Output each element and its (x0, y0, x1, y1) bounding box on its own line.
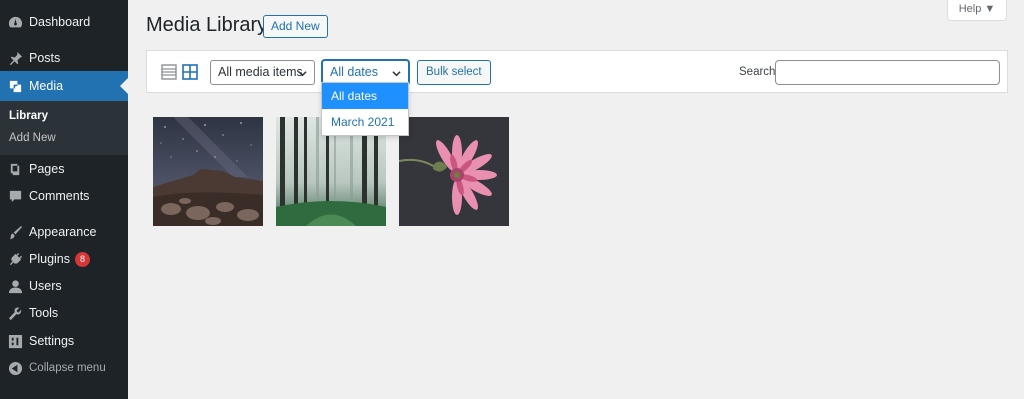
help-tab-button[interactable]: Help ▼ (947, 0, 1007, 21)
admin-sidebar: Dashboard Posts Media Library Add New Pa… (0, 0, 128, 399)
sidebar-item-label: Appearance (29, 225, 97, 239)
media-submenu: Library Add New (0, 101, 128, 155)
sidebar-item-label: Dashboard (29, 15, 91, 29)
sidebar-item-label: Pages (29, 162, 65, 176)
sidebar-item-label: Collapse menu (29, 362, 106, 374)
brush-icon (7, 224, 23, 240)
plugin-icon (7, 251, 23, 267)
search-input[interactable] (775, 60, 1000, 85)
date-filter-value: All dates (330, 65, 378, 79)
night-sky-landscape-thumbnail (153, 117, 263, 226)
media-toolbar: All media items All dates Bulk select Se… (146, 50, 1008, 93)
sidebar-item-tools[interactable]: Tools (0, 298, 128, 328)
add-new-button[interactable]: Add New (263, 15, 328, 38)
page-title: Media Library (146, 14, 268, 36)
wrench-icon (7, 305, 23, 321)
collapse-arrow-icon (7, 360, 23, 376)
sidebar-item-posts[interactable]: Posts (0, 43, 128, 73)
chevron-down-icon (298, 71, 307, 77)
collapse-menu-button[interactable]: Collapse menu (0, 353, 128, 383)
chevron-down-icon (392, 71, 401, 77)
sidebar-item-media[interactable]: Media (0, 71, 128, 101)
sidebar-item-settings[interactable]: Settings (0, 326, 128, 356)
sidebar-item-label: Tools (29, 306, 59, 320)
media-type-filter-value: All media items (218, 65, 303, 79)
list-view-icon[interactable] (161, 64, 177, 80)
sidebar-item-label: Plugins (29, 252, 70, 266)
media-icon (7, 78, 23, 94)
sidebar-item-label: Posts (29, 51, 61, 65)
sidebar-item-users[interactable]: Users (0, 271, 128, 301)
sidebar-item-label: Users (29, 279, 62, 293)
submenu-item-library[interactable]: Library (9, 110, 48, 122)
date-option-all-dates[interactable]: All dates (322, 83, 408, 109)
dashboard-icon (7, 14, 23, 30)
submenu-item-add-new[interactable]: Add New (9, 132, 56, 144)
sidebar-item-dashboard[interactable]: Dashboard (0, 7, 128, 37)
grid-view-icon[interactable] (182, 64, 198, 80)
sidebar-item-label: Comments (29, 189, 90, 203)
search-label: Search (739, 66, 776, 78)
sidebar-item-appearance[interactable]: Appearance (0, 217, 128, 247)
media-item-pink-flower[interactable] (399, 117, 509, 226)
media-type-filter[interactable]: All media items (210, 60, 315, 85)
plugin-update-badge: 8 (75, 251, 90, 267)
date-filter-dropdown: All dates March 2021 (321, 82, 409, 136)
sidebar-item-comments[interactable]: Comments (0, 181, 128, 211)
media-item-night-sky[interactable] (153, 117, 263, 226)
user-icon (7, 278, 23, 294)
sidebar-item-pages[interactable]: Pages (0, 154, 128, 184)
comment-icon (7, 188, 23, 204)
date-option-march-2021[interactable]: March 2021 (322, 109, 408, 135)
pin-icon (7, 50, 23, 66)
settings-icon (7, 333, 23, 349)
sidebar-item-label: Settings (29, 334, 75, 348)
sidebar-item-plugins[interactable]: Plugins 8 (0, 244, 128, 274)
bulk-select-button[interactable]: Bulk select (417, 60, 491, 85)
sidebar-item-label: Media (29, 79, 64, 93)
pages-icon (7, 161, 23, 177)
pink-flower-thumbnail (399, 117, 509, 226)
